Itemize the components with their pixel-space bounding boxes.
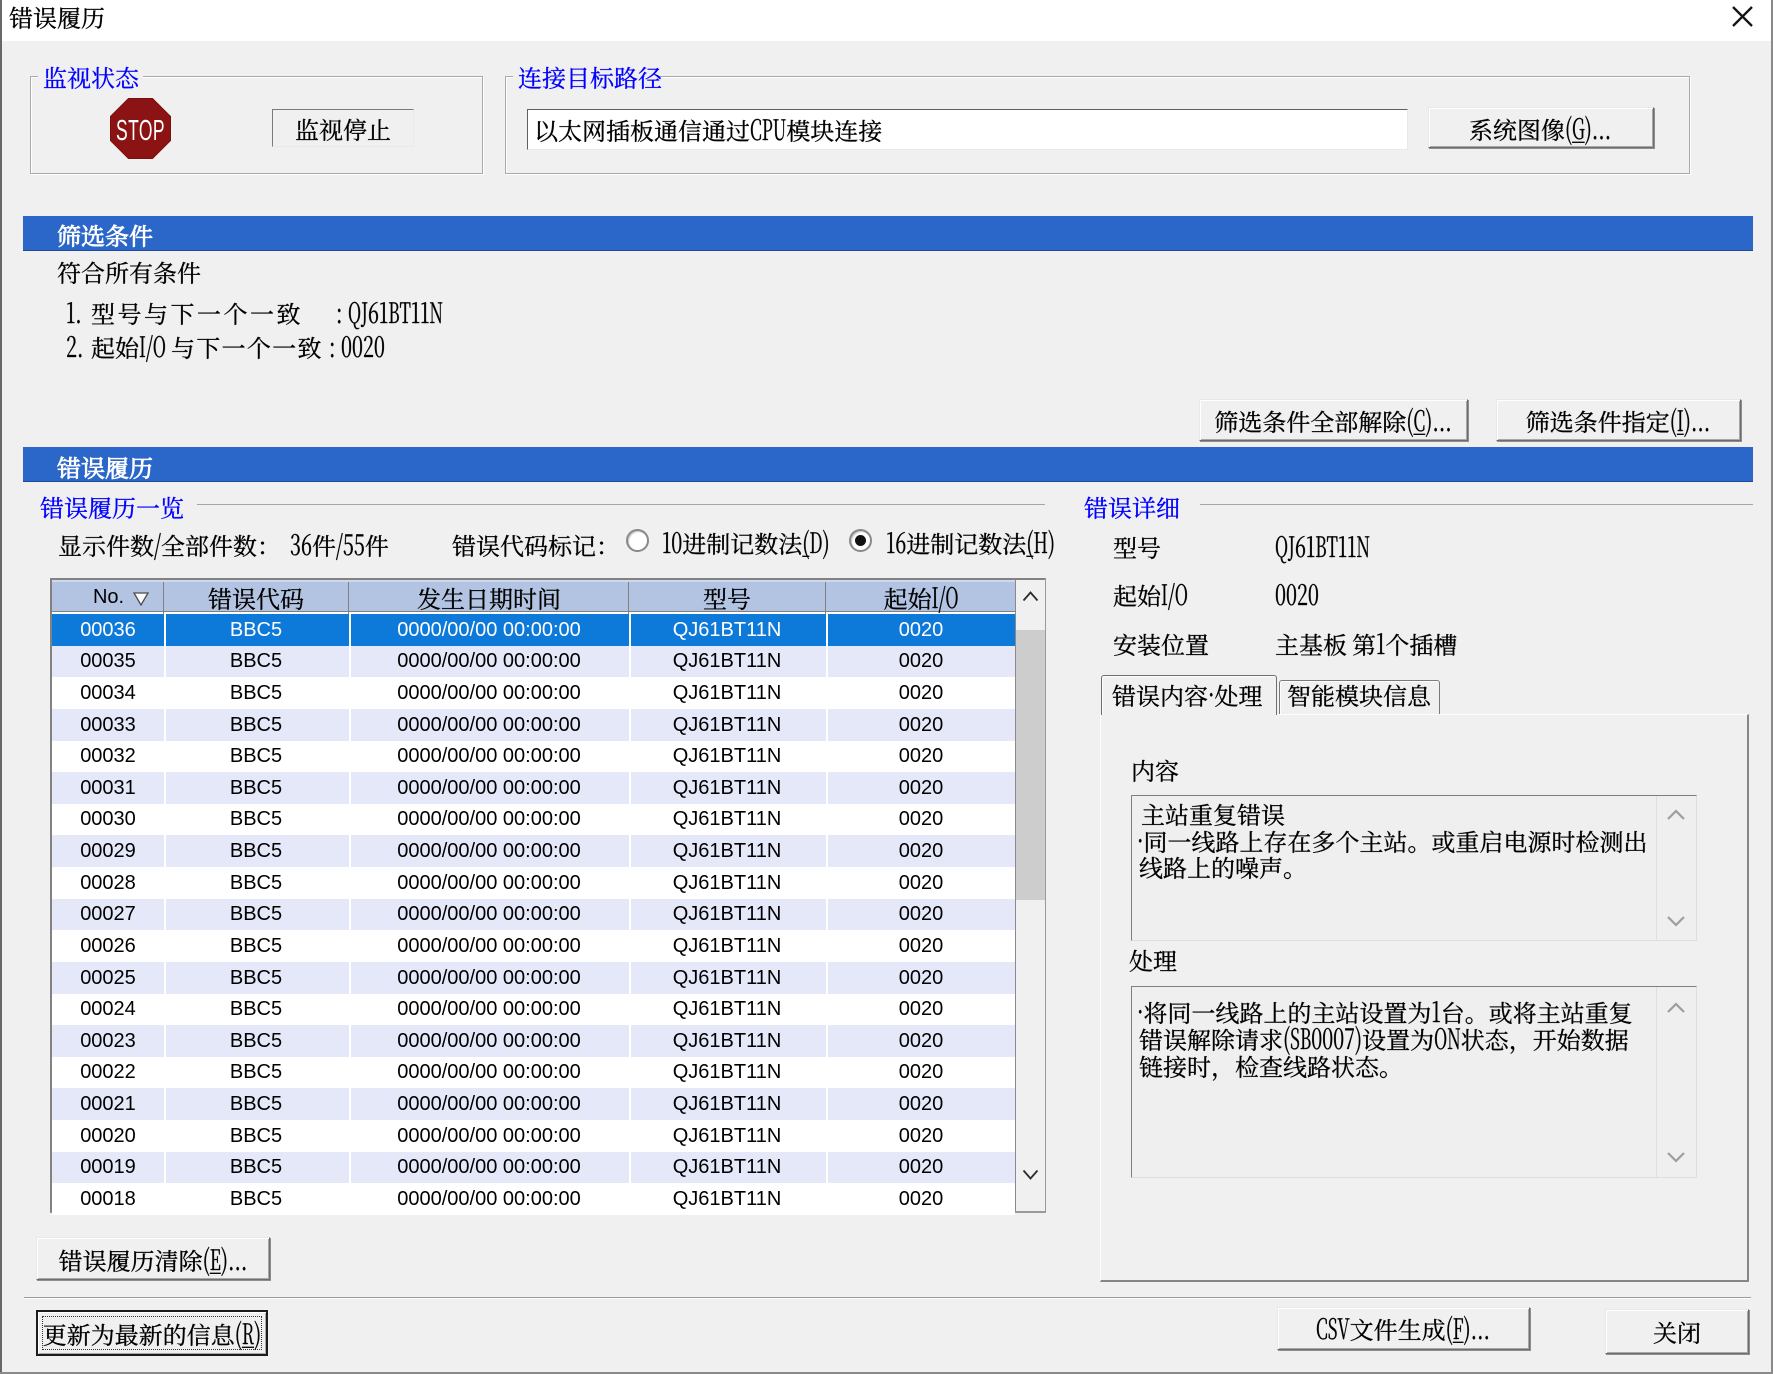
svg-text:STOP: STOP [116,115,165,146]
